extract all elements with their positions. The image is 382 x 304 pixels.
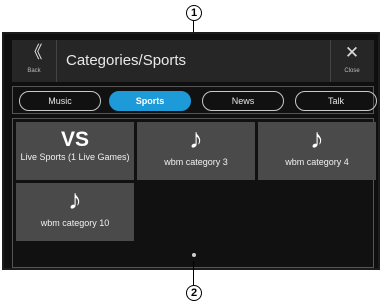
back-label: Back <box>27 68 41 74</box>
back-button[interactable]: 《 Back <box>12 40 56 82</box>
music-note-icon: ♪ <box>189 123 203 154</box>
category-tile-live-sports[interactable]: VS Live Sports (1 Live Games) <box>16 122 134 180</box>
header-divider-left <box>56 40 57 82</box>
callout-leader-line-2 <box>193 261 195 285</box>
category-tile-wbm-4[interactable]: ♪ wbm category 4 <box>258 122 376 180</box>
close-button[interactable]: ✕ Close <box>330 40 374 82</box>
tab-talk[interactable]: Talk <box>295 91 377 111</box>
close-label: Close <box>344 68 360 74</box>
double-chevron-left-icon: 《 <box>25 43 43 62</box>
tab-news[interactable]: News <box>202 91 284 111</box>
vs-icon: VS <box>60 128 89 151</box>
tile-label: wbm category 4 <box>285 157 349 167</box>
category-tab-bar: Music Sports News Talk <box>12 86 377 114</box>
header-bar: 《 Back Categories/Sports ✕ Close <box>12 40 374 82</box>
tile-label: wbm category 10 <box>40 218 110 228</box>
category-tile-wbm-10[interactable]: ♪ wbm category 10 <box>16 183 134 241</box>
tile-label: Live Sports (1 Live Games) <box>20 152 130 162</box>
music-note-icon: ♪ <box>310 123 324 154</box>
category-grid: VS Live Sports (1 Live Games) ♪ wbm cate… <box>12 118 376 268</box>
close-x-icon: ✕ <box>344 43 360 62</box>
tile-label: wbm category 3 <box>164 157 228 167</box>
page-title: Categories/Sports <box>66 52 187 69</box>
callout-marker-2: 2 <box>186 285 202 301</box>
head-unit-screen: 《 Back Categories/Sports ✕ Close Music S… <box>2 32 380 270</box>
callout-marker-1: 1 <box>186 5 202 21</box>
tab-sports[interactable]: Sports <box>109 91 191 111</box>
page-indicator-dot <box>192 253 196 257</box>
tab-music[interactable]: Music <box>19 91 101 111</box>
music-note-icon: ♪ <box>68 184 82 215</box>
category-tile-wbm-3[interactable]: ♪ wbm category 3 <box>137 122 255 180</box>
